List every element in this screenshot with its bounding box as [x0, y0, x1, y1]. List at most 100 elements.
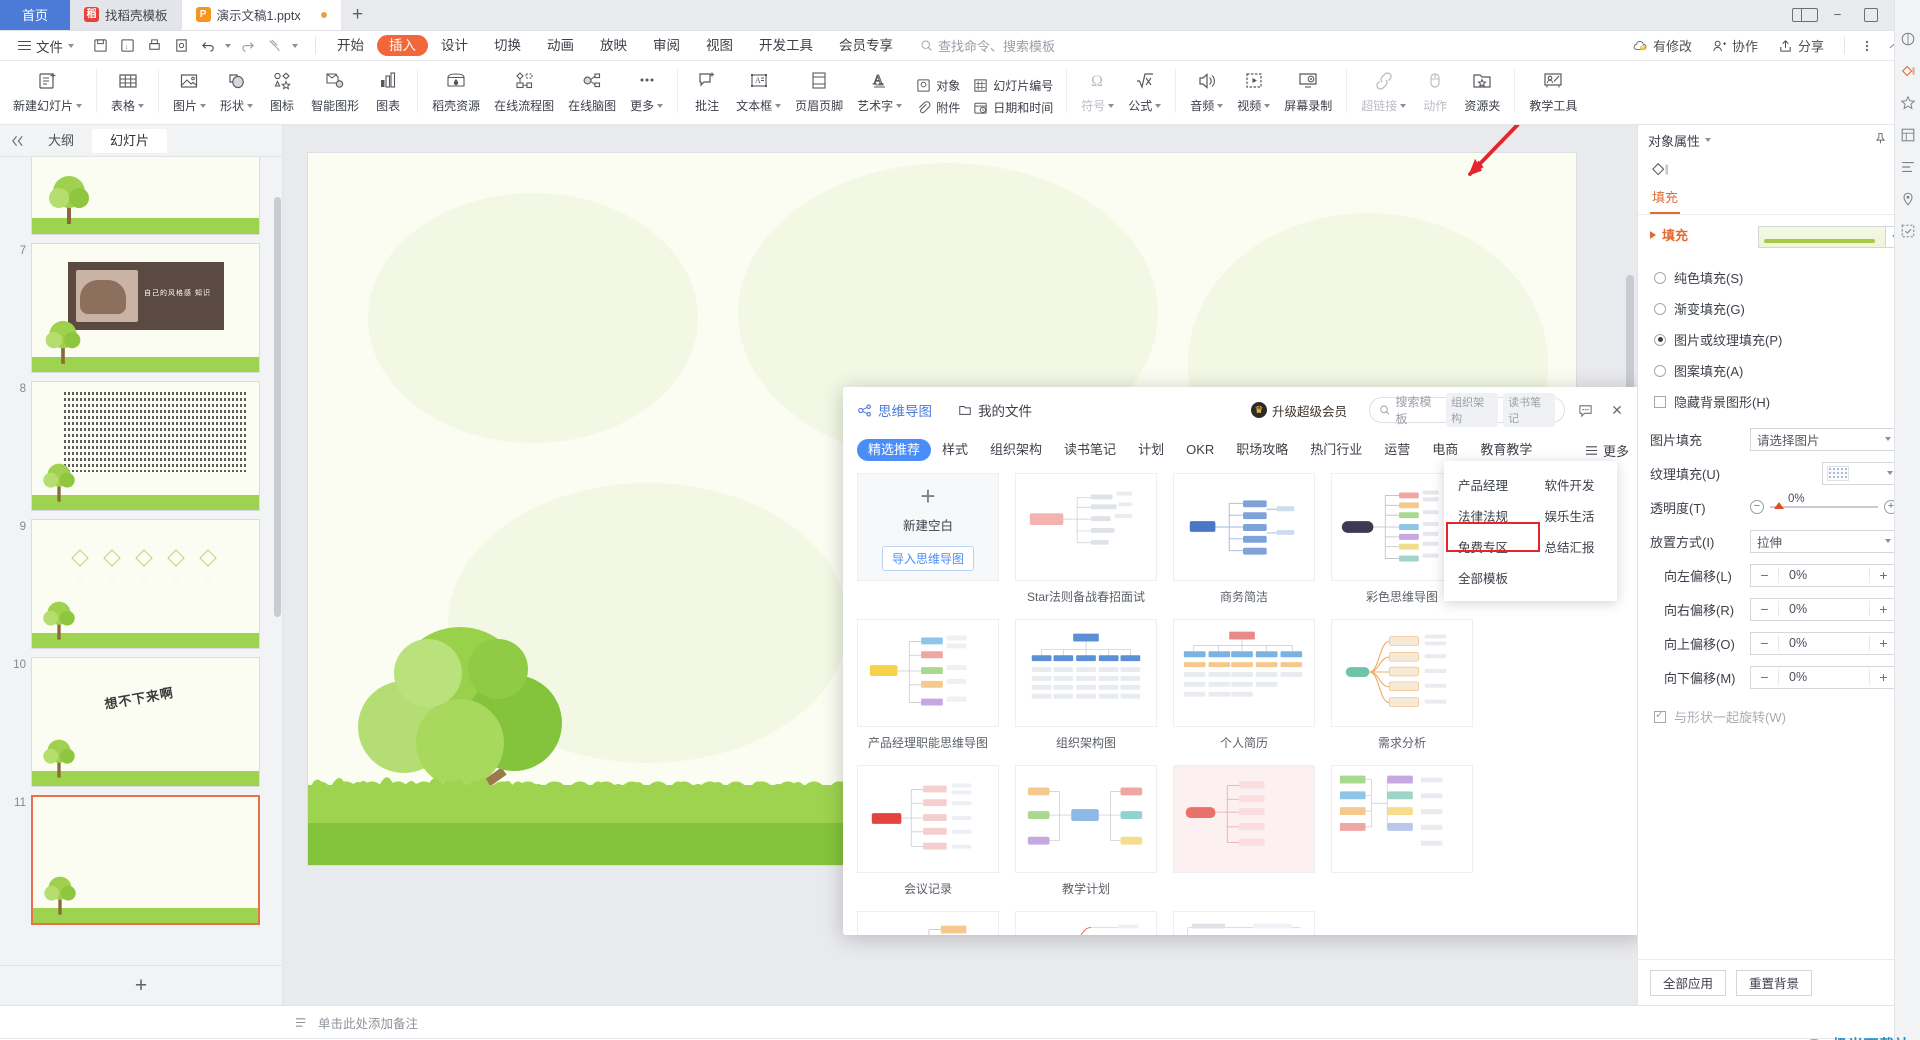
tab-ecommerce[interactable]: 电商 [1421, 439, 1469, 461]
list-item[interactable]: 11 [0, 791, 282, 929]
properties-icon[interactable] [1899, 62, 1917, 80]
ribbon-tab-developer[interactable]: 开发工具 [746, 31, 826, 61]
location-icon[interactable] [1899, 190, 1917, 208]
increment-icon[interactable]: + [1869, 669, 1897, 685]
table-button[interactable]: 表格 [104, 65, 151, 114]
template-preview[interactable] [1015, 473, 1157, 581]
transparency-slider[interactable]: − 0% + [1750, 493, 1898, 514]
ribbon-tab-animation[interactable]: 动画 [534, 31, 587, 61]
ribbon-tab-transition[interactable]: 切换 [481, 31, 534, 61]
more-insert-button[interactable]: 更多 [623, 65, 670, 114]
dialog-close-icon[interactable]: ✕ [1605, 402, 1629, 419]
slide-thumbnail[interactable]: 自己的风格感 知识 [31, 243, 260, 373]
tab-style[interactable]: 样式 [931, 439, 979, 461]
slide-editor-area[interactable]: 思维导图 我的文件 ♛ 升级超级会员 搜索模板 组织架构 读书笔记 ✕ 精选推荐… [283, 125, 1637, 1005]
resource-folder-button[interactable]: 资源夹 [1457, 65, 1507, 114]
template-preview[interactable] [857, 911, 999, 935]
decrement-icon[interactable]: − [1751, 567, 1779, 583]
template-preview[interactable] [1173, 619, 1315, 727]
chart-button[interactable]: 图表 [366, 65, 410, 114]
list-item[interactable]: 9 : :: :: : : :: : [0, 515, 282, 653]
template-card[interactable]: 教学计划 [1015, 765, 1157, 897]
header-footer-button[interactable]: 页眉页脚 [788, 65, 850, 114]
offset-right-stepper[interactable]: − 0% + [1750, 597, 1898, 621]
wordart-button[interactable]: A 艺术字 [850, 65, 909, 114]
increment-icon[interactable]: + [1869, 635, 1897, 651]
template-card[interactable] [1015, 911, 1157, 935]
list-item[interactable]: 10 想不下来啊 [0, 653, 282, 791]
dropdown-item-summary-report[interactable]: 总结汇报 [1531, 531, 1618, 562]
more-categories-button[interactable]: 更多 [1585, 441, 1629, 460]
teaching-tools-button[interactable]: 教学工具 [1522, 65, 1584, 114]
comment-button[interactable]: 批注 [685, 65, 729, 114]
slide-thumbnail[interactable]: : :: :: : : :: : [31, 519, 260, 649]
more-categories-dropdown[interactable]: 产品经理 软件开发 法律法规 娱乐生活 免费专区 总结汇报 全部模板 [1444, 461, 1617, 601]
align-icon[interactable] [1899, 158, 1917, 176]
hide-background-graphics[interactable]: 隐藏背景图形(H) [1650, 386, 1908, 417]
tab-okr[interactable]: OKR [1175, 439, 1225, 461]
symbol-button[interactable]: Ω 符号 [1074, 65, 1121, 114]
slider-thumb[interactable] [1774, 502, 1784, 509]
offset-left-stepper[interactable]: − 0% + [1750, 563, 1898, 587]
action-button[interactable]: 动作 [1413, 65, 1457, 114]
template-preview[interactable] [857, 619, 999, 727]
shape-fill-icon[interactable] [1650, 161, 1670, 182]
template-preview[interactable] [1173, 911, 1315, 935]
style-icon[interactable] [1899, 30, 1917, 48]
object-button[interactable]: 对象 [915, 77, 960, 94]
template-preview[interactable] [1331, 619, 1473, 727]
tab-docer-template[interactable]: 稻 找稻壳模板 [70, 0, 182, 30]
template-preview[interactable] [1173, 765, 1315, 873]
format-painter-icon[interactable] [262, 34, 287, 58]
save-icon[interactable] [88, 34, 113, 58]
tab-featured[interactable]: 精选推荐 [857, 439, 932, 461]
redo-icon[interactable] [235, 34, 260, 58]
dropdown-item-product-manager[interactable]: 产品经理 [1444, 469, 1531, 500]
fill-option-pattern[interactable]: 图案填充(A) [1650, 355, 1908, 386]
command-search[interactable]: 查找命令、搜索模板 [920, 36, 1055, 55]
template-card[interactable] [1173, 911, 1315, 935]
formula-button[interactable]: 公式 [1121, 65, 1168, 114]
undo-icon[interactable] [196, 34, 221, 58]
dropdown-item-entertainment[interactable]: 娱乐生活 [1531, 500, 1618, 531]
decrement-icon[interactable]: − [1751, 635, 1779, 651]
dropdown-item-all-templates[interactable]: 全部模板 [1444, 562, 1531, 593]
upgrade-vip-button[interactable]: ♛ 升级超级会员 [1250, 401, 1347, 420]
template-card[interactable] [1173, 765, 1315, 897]
hyperlink-button[interactable]: 超链接 [1354, 65, 1413, 114]
new-tab-button[interactable]: + [340, 0, 375, 30]
dialog-brand[interactable]: 思维导图 [857, 400, 932, 420]
template-card[interactable]: 需求分析 [1331, 619, 1473, 751]
slide-thumbnail-list[interactable]: 6 7 自己的风格感 知识 [0, 157, 282, 965]
tab-slides[interactable]: 幻灯片 [92, 128, 168, 153]
template-card[interactable]: 个人简历 [1173, 619, 1315, 751]
ribbon-tab-slideshow[interactable]: 放映 [587, 31, 640, 61]
online-mindmap-button[interactable]: 在线脑图 [561, 65, 623, 114]
slide-thumbnail-selected[interactable] [31, 795, 260, 925]
placement-select[interactable]: 拉伸 [1750, 529, 1898, 553]
fill-color-picker[interactable] [1758, 226, 1908, 248]
tab-workplace[interactable]: 职场攻略 [1225, 439, 1299, 461]
new-blank-preview[interactable]: + 新建空白 导入思维导图 [857, 473, 999, 581]
tab-presentation[interactable]: P 演示文稿1.pptx [181, 0, 341, 30]
collaborate-button[interactable]: 协作 [1704, 34, 1766, 58]
ribbon-tab-review[interactable]: 审阅 [640, 31, 693, 61]
audio-button[interactable]: 音频 [1183, 65, 1230, 114]
save-as-icon[interactable]: ↓ [115, 34, 140, 58]
tab-operations[interactable]: 运营 [1373, 439, 1421, 461]
chevron-down-icon[interactable] [1705, 138, 1712, 142]
template-preview[interactable] [1015, 911, 1157, 935]
maximize-icon[interactable] [1854, 0, 1887, 30]
my-files-button[interactable]: 我的文件 [958, 400, 1032, 420]
attachment-button[interactable]: 附件 [915, 99, 960, 116]
new-slide-button[interactable]: 新建幻灯片 [6, 65, 89, 114]
feedback-icon[interactable] [1573, 403, 1597, 418]
tab-outline[interactable]: 大纲 [30, 129, 92, 153]
decrement-icon[interactable]: − [1751, 601, 1779, 617]
date-time-button[interactable]: 日期和时间 [972, 99, 1053, 116]
slide-thumbnail[interactable] [31, 157, 260, 235]
template-card[interactable]: 组织架构图 [1015, 619, 1157, 751]
pin-icon[interactable] [1874, 132, 1887, 148]
ribbon-tab-view[interactable]: 视图 [693, 31, 746, 61]
video-button[interactable]: 视频 [1230, 65, 1277, 114]
